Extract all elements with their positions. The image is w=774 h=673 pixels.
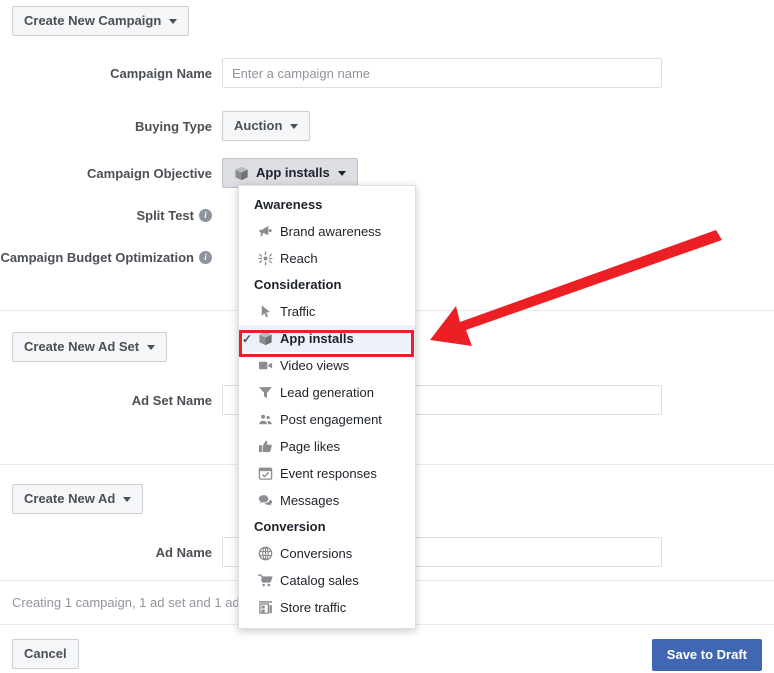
dropdown-item-label: Messages: [280, 493, 340, 508]
create-new-ad-set-label: Create New Ad Set: [24, 339, 140, 354]
cursor-icon: [258, 304, 280, 319]
dropdown-item-label: Conversions: [280, 546, 353, 561]
ad-set-name-label: Ad Set Name: [131, 392, 212, 408]
campaign-objective-value: App installs: [256, 165, 330, 180]
shopping-cart-icon: [258, 573, 280, 588]
box-icon: [234, 166, 249, 181]
dropdown-item-brand-awareness[interactable]: Brand awareness: [239, 218, 415, 245]
create-new-ad-button[interactable]: Create New Ad: [12, 484, 144, 514]
creation-status-text: Creating 1 campaign, 1 ad set and 1 ad: [12, 595, 240, 610]
dropdown-item-app-installs[interactable]: ✓ App installs: [239, 325, 415, 352]
dropdown-item-label: Catalog sales: [280, 573, 359, 588]
create-new-campaign-button[interactable]: Create New Campaign: [12, 6, 190, 36]
save-to-draft-button[interactable]: Save to Draft: [651, 639, 762, 671]
dropdown-item-label: Video views: [280, 358, 350, 373]
chevron-down-icon: [123, 496, 132, 502]
storefront-icon: [258, 600, 280, 615]
dropdown-group-title: Awareness: [254, 197, 323, 212]
dropdown-group-title: Consideration: [254, 277, 342, 292]
dropdown-item-label: Reach: [280, 251, 318, 266]
campaign-name-input[interactable]: [222, 58, 662, 88]
globe-icon: [258, 546, 280, 561]
chevron-down-icon: [290, 123, 299, 129]
campaign-objective-label: Campaign Objective: [87, 165, 212, 181]
buying-type-value: Auction: [234, 118, 283, 133]
buying-type-dropdown-button[interactable]: Auction: [222, 111, 311, 141]
dropdown-item-label: Traffic: [280, 304, 316, 319]
create-new-ad-set-button[interactable]: Create New Ad Set: [12, 332, 168, 362]
campaign-budget-optimization-label: Campaign Budget Optimization i: [0, 250, 222, 265]
save-to-draft-label: Save to Draft: [666, 647, 747, 662]
ad-name-label: Ad Name: [155, 544, 212, 560]
campaign-objective-dropdown-button[interactable]: App installs: [222, 158, 358, 188]
cancel-label: Cancel: [24, 646, 67, 661]
campaign-objective-dropdown-menu[interactable]: Awareness Brand awareness Reach Considerati…: [238, 185, 416, 629]
dropdown-item-label: Post engagement: [280, 412, 382, 427]
starburst-icon: [258, 251, 280, 266]
dropdown-item-conversions[interactable]: Conversions: [239, 540, 415, 567]
dropdown-item-label: Lead generation: [280, 385, 374, 400]
dropdown-group-title: Conversion: [254, 519, 326, 534]
cancel-button[interactable]: Cancel: [12, 639, 79, 669]
dropdown-item-event-responses[interactable]: Event responses: [239, 460, 415, 487]
thumbs-up-icon: [258, 439, 280, 454]
info-icon[interactable]: i: [199, 251, 212, 264]
megaphone-icon: [258, 224, 280, 239]
box-icon: [258, 331, 280, 346]
chat-bubbles-icon: [258, 493, 280, 508]
dropdown-item-reach[interactable]: Reach: [239, 245, 415, 272]
dropdown-item-messages[interactable]: Messages: [239, 487, 415, 514]
calendar-check-icon: [258, 466, 280, 481]
dropdown-item-label: Store traffic: [280, 600, 347, 615]
buying-type-label: Buying Type: [134, 118, 212, 134]
dropdown-item-lead-generation[interactable]: Lead generation: [239, 379, 415, 406]
dropdown-item-post-engagement[interactable]: Post engagement: [239, 406, 415, 433]
video-camera-icon: [258, 358, 280, 373]
info-icon[interactable]: i: [199, 209, 212, 222]
chevron-down-icon: [169, 18, 178, 24]
dropdown-item-page-likes[interactable]: Page likes: [239, 433, 415, 460]
split-test-label: Split Test i: [0, 208, 222, 223]
dropdown-item-label: App installs: [280, 331, 354, 346]
dropdown-item-label: Brand awareness: [280, 224, 382, 239]
dropdown-item-store-traffic[interactable]: Store traffic: [239, 594, 415, 621]
people-icon: [258, 412, 280, 427]
dropdown-item-catalog-sales[interactable]: Catalog sales: [239, 567, 415, 594]
create-new-campaign-label: Create New Campaign: [24, 13, 162, 28]
check-icon: ✓: [242, 331, 253, 346]
dropdown-item-label: Event responses: [280, 466, 377, 481]
campaign-name-label: Campaign Name: [110, 65, 212, 81]
dropdown-item-traffic[interactable]: Traffic: [239, 298, 415, 325]
funnel-icon: [258, 385, 280, 400]
dropdown-item-label: Page likes: [280, 439, 340, 454]
create-new-ad-label: Create New Ad: [24, 491, 116, 506]
chevron-down-icon: [147, 344, 156, 350]
chevron-down-icon: [337, 170, 346, 176]
dropdown-item-video-views[interactable]: Video views: [239, 352, 415, 379]
